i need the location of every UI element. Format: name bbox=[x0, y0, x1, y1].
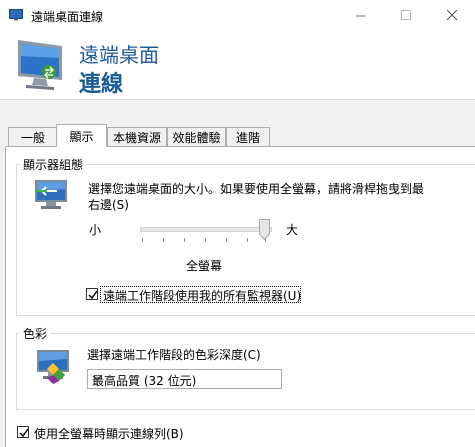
window-title: 遠端桌面連線 bbox=[31, 10, 104, 24]
tab-label: 進階 bbox=[235, 130, 260, 145]
title-bar: 遠端桌面連線 bbox=[0, 0, 475, 31]
display-size-description-line1: 選擇您遠端桌面的大小。如果要使用全螢幕，請將滑桿拖曳到最 bbox=[88, 182, 425, 196]
remote-desktop-monitor-icon bbox=[12, 36, 68, 99]
display-monitor-icon bbox=[33, 177, 69, 216]
slider-thumb[interactable] bbox=[259, 219, 270, 243]
tab-label: 效能體驗 bbox=[172, 130, 221, 145]
minimize-icon bbox=[355, 15, 366, 17]
close-icon bbox=[446, 10, 457, 21]
checkbox-box[interactable] bbox=[86, 288, 98, 300]
show-connection-bar-label: 使用全螢幕時顯示連線列(B) bbox=[34, 427, 184, 441]
tab-label: 本機資源 bbox=[112, 130, 161, 145]
slider-tick bbox=[184, 238, 185, 242]
chevron-down-icon bbox=[92, 371, 276, 388]
tab-label: 一般 bbox=[20, 130, 45, 145]
all-monitors-label: 遠端工作階段使用我的所有監視器(U) bbox=[103, 289, 302, 303]
tab-display[interactable]: 顯示 bbox=[56, 124, 107, 147]
display-config-group-label: 顯示器組態 bbox=[20, 156, 87, 173]
display-size-description-line2: 右邊(S) bbox=[88, 198, 129, 212]
colors-group-label: 色彩 bbox=[20, 325, 51, 342]
color-depth-select[interactable]: 最高品質 (32 位元) bbox=[87, 369, 282, 389]
slider-track[interactable] bbox=[140, 227, 272, 232]
header-title-line1: 遠端桌面 bbox=[79, 43, 159, 67]
maximize-icon bbox=[400, 10, 411, 20]
slider-tick bbox=[226, 238, 227, 242]
tab-advanced[interactable]: 進階 bbox=[226, 127, 270, 146]
maximize-button[interactable] bbox=[383, 0, 429, 31]
app-header: 遠端桌面 連線 bbox=[0, 31, 475, 99]
slider-tick bbox=[163, 238, 164, 242]
tab-general[interactable]: 一般 bbox=[8, 127, 58, 146]
header-separator bbox=[0, 99, 475, 100]
tab-experience[interactable]: 效能體驗 bbox=[167, 127, 226, 146]
slider-tick bbox=[205, 238, 206, 242]
close-button[interactable] bbox=[429, 0, 475, 31]
checkmark-icon bbox=[19, 428, 29, 438]
header-title-line2: 連線 bbox=[79, 72, 124, 97]
current-size-label: 全螢幕 bbox=[186, 259, 223, 273]
color-depth-prompt: 選擇遠端工作階段的色彩深度(C) bbox=[87, 348, 261, 362]
slider-max-label: 大 bbox=[286, 223, 299, 237]
tab-label: 顯示 bbox=[69, 129, 94, 144]
slider-tick bbox=[142, 238, 143, 242]
tab-local-resources[interactable]: 本機資源 bbox=[107, 127, 167, 146]
slider-min-label: 小 bbox=[89, 223, 102, 237]
color-depth-monitor-icon bbox=[35, 347, 71, 388]
remote-desktop-app-icon bbox=[9, 9, 23, 21]
checkmark-icon bbox=[88, 290, 98, 300]
minimize-button[interactable] bbox=[338, 0, 384, 31]
checkbox-box[interactable] bbox=[17, 426, 29, 438]
slider-tick bbox=[247, 238, 248, 242]
